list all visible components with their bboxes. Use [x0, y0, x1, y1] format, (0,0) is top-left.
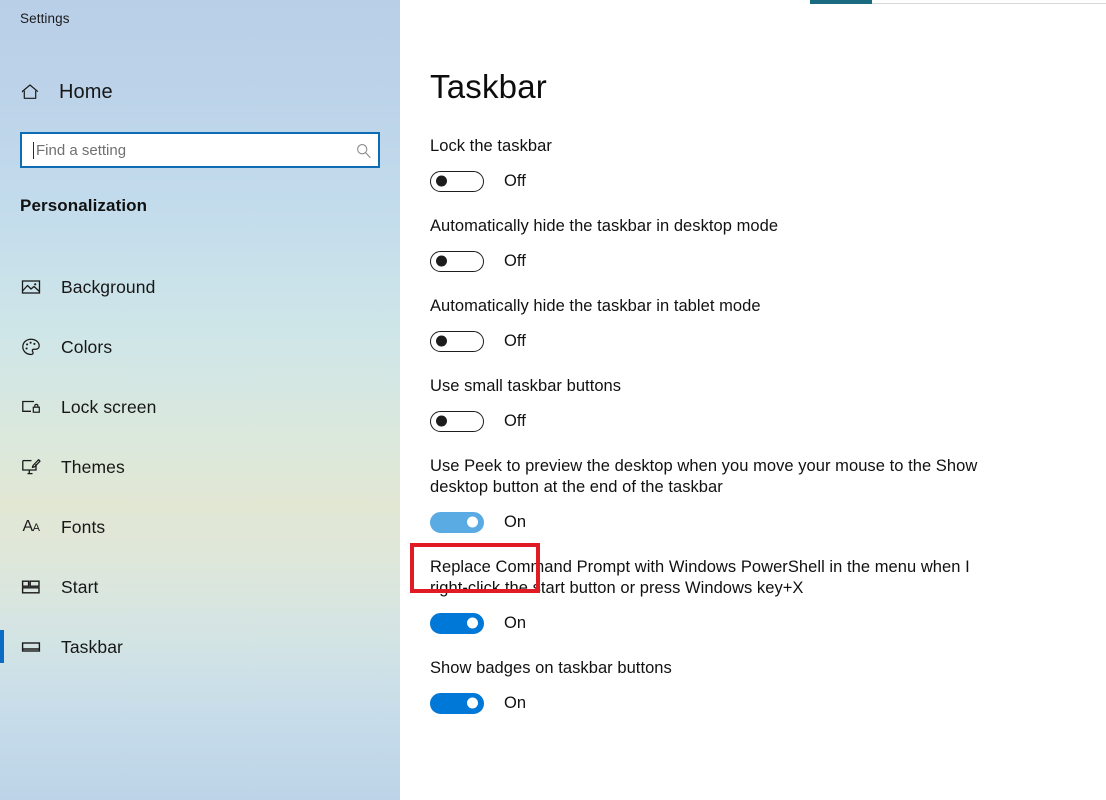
toggle-row[interactable]: Off — [430, 404, 526, 438]
home-label: Home — [59, 80, 113, 103]
toggle-knob — [436, 415, 447, 427]
sidebar-item-home[interactable]: Home — [19, 76, 113, 108]
toggle-row[interactable]: On — [430, 686, 526, 720]
section-heading: Personalization — [20, 196, 148, 215]
lock-screen-icon — [19, 395, 43, 419]
toggle-switch[interactable] — [430, 250, 484, 272]
sidebar-item-background[interactable]: Background — [0, 257, 400, 317]
setting-auto-hide-tablet-mode: Automatically hide the taskbar in tablet… — [430, 296, 1030, 358]
setting-small-taskbar-buttons: Use small taskbar buttons Off — [430, 376, 1030, 438]
taskbar-icon — [19, 635, 43, 659]
toggle-state-label: Off — [504, 411, 526, 430]
sidebar-item-label: Fonts — [61, 516, 106, 537]
sidebar: Settings Home Personalization — [0, 0, 400, 800]
home-icon — [19, 81, 41, 103]
toggle-knob — [436, 175, 447, 187]
sidebar-item-label: Background — [61, 276, 156, 297]
setting-use-peek: Use Peek to preview the desktop when you… — [430, 456, 1030, 539]
toggle-knob — [467, 617, 478, 629]
search-icon[interactable] — [348, 134, 378, 166]
top-cutoff-line — [872, 3, 1106, 4]
toggle-switch[interactable] — [430, 170, 484, 192]
themes-brush-icon — [19, 455, 43, 479]
sidebar-item-start[interactable]: Start — [0, 557, 400, 617]
search-input[interactable] — [34, 134, 348, 166]
setting-label: Use small taskbar buttons — [430, 377, 622, 395]
sidebar-item-label: Lock screen — [61, 396, 157, 417]
sidebar-nav: Background Colors Lock screen Themes AA … — [0, 257, 400, 677]
toggle-switch[interactable] — [430, 330, 484, 352]
toggle-knob — [467, 516, 478, 528]
sidebar-item-lock-screen[interactable]: Lock screen — [0, 377, 400, 437]
setting-label: Show badges on taskbar buttons — [430, 659, 672, 677]
toggle-row[interactable]: On — [430, 505, 526, 539]
settings-window: Settings Home Personalization — [0, 0, 1106, 800]
toggle-row[interactable]: Off — [430, 244, 526, 278]
toggle-switch[interactable] — [430, 692, 484, 714]
toggle-state-label: On — [504, 693, 527, 712]
picture-icon — [19, 275, 43, 299]
app-title: Settings — [20, 11, 70, 26]
setting-label: Replace Command Prompt with Windows Powe… — [430, 558, 970, 597]
toggle-switch[interactable] — [430, 511, 484, 533]
fonts-aa-icon: AA — [19, 515, 43, 539]
palette-icon — [19, 335, 43, 359]
sidebar-item-label: Themes — [61, 456, 125, 477]
toggle-knob — [436, 255, 447, 267]
setting-lock-the-taskbar: Lock the taskbar Off — [430, 136, 1030, 198]
setting-label: Automatically hide the taskbar in deskto… — [430, 217, 779, 235]
toggle-state-label: Off — [504, 251, 526, 270]
sidebar-item-label: Colors — [61, 336, 113, 357]
start-tiles-icon — [19, 575, 43, 599]
setting-show-badges: Show badges on taskbar buttons On — [430, 658, 1030, 720]
toggle-knob — [436, 335, 447, 347]
toggle-row[interactable]: On — [430, 606, 526, 640]
setting-label: Use Peek to preview the desktop when you… — [430, 457, 978, 496]
top-cutoff-bar — [810, 0, 872, 4]
setting-replace-command-prompt: Replace Command Prompt with Windows Powe… — [430, 557, 1030, 640]
fonts-aa-glyph: AA — [22, 518, 40, 535]
toggle-switch[interactable] — [430, 410, 484, 432]
toggle-state-label: Off — [504, 171, 526, 190]
sidebar-item-label: Taskbar — [61, 636, 123, 657]
sidebar-item-taskbar[interactable]: Taskbar — [0, 617, 400, 677]
sidebar-item-label: Start — [61, 576, 99, 597]
settings-list: Lock the taskbar Off Automatically hide … — [430, 136, 1030, 738]
toggle-state-label: Off — [504, 331, 526, 350]
toggle-row[interactable]: Off — [430, 164, 526, 198]
toggle-row[interactable]: Off — [430, 324, 526, 358]
page-title: Taskbar — [430, 68, 547, 105]
main-content: Taskbar Lock the taskbar Off Automatical… — [400, 0, 1106, 800]
toggle-knob — [467, 697, 478, 709]
setting-auto-hide-desktop-mode: Automatically hide the taskbar in deskto… — [430, 216, 1030, 278]
selection-indicator — [0, 630, 4, 663]
toggle-state-label: On — [504, 512, 527, 531]
toggle-state-label: On — [504, 613, 527, 632]
setting-label: Automatically hide the taskbar in tablet… — [430, 297, 761, 315]
sidebar-item-colors[interactable]: Colors — [0, 317, 400, 377]
search-box[interactable] — [20, 132, 380, 168]
sidebar-item-fonts[interactable]: AA Fonts — [0, 497, 400, 557]
setting-label: Lock the taskbar — [430, 137, 552, 155]
toggle-switch[interactable] — [430, 612, 484, 634]
sidebar-item-themes[interactable]: Themes — [0, 437, 400, 497]
